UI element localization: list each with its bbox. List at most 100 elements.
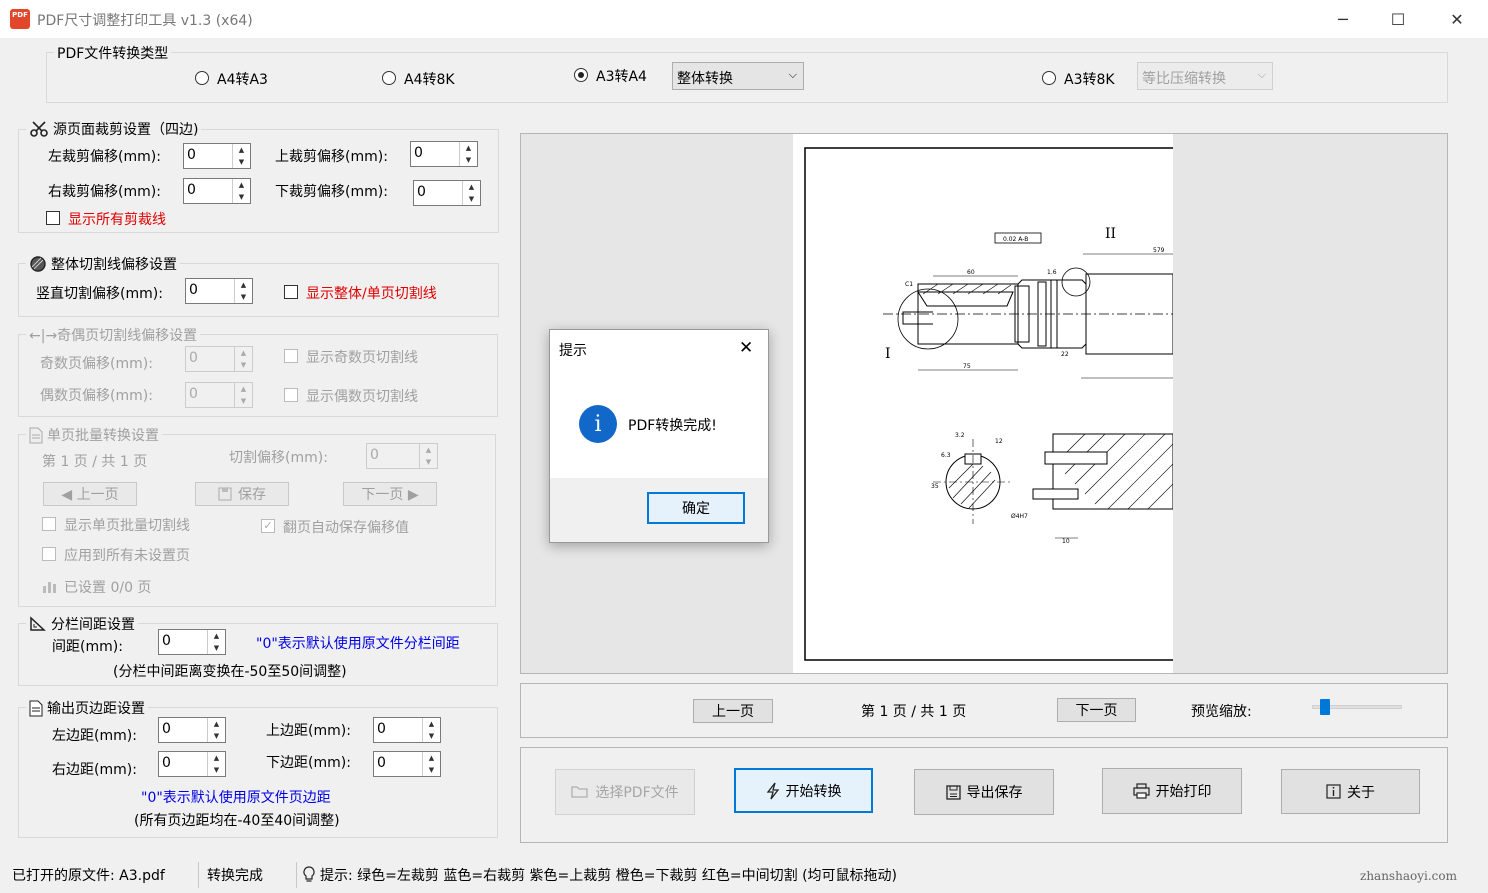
radio-a4-a3[interactable] xyxy=(195,71,209,85)
odd-even-legend: ←|→奇偶页切割线偏移设置 xyxy=(26,325,201,345)
document-icon xyxy=(29,700,43,716)
start-convert-button[interactable]: 开始转换 xyxy=(734,768,873,813)
show-whole-cut-lines-checkbox[interactable] xyxy=(284,285,298,299)
status-tip: 提示: 绿色=左裁剪 蓝色=右裁剪 紫色=上裁剪 橙色=下裁剪 红色=中间切割 … xyxy=(320,868,897,884)
show-even-lines-checkbox[interactable] xyxy=(284,388,298,402)
window-title: PDF尺寸调整打印工具 v1.3 (x64) xyxy=(37,13,253,29)
select-pdf-button[interactable]: 选择PDF文件 xyxy=(555,769,695,815)
crop-top-input[interactable]: 0 ▲ ▼ xyxy=(410,141,478,167)
crop-legend: 源页面裁剪设置（四边) xyxy=(26,119,202,139)
show-crop-lines-checkbox[interactable] xyxy=(46,211,60,225)
auto-save-checkbox[interactable]: ✓ xyxy=(261,519,275,533)
radio-a4-8k[interactable] xyxy=(382,71,396,85)
a3-8k-mode-select[interactable]: 等比压缩转换 ⌵ xyxy=(1137,62,1273,90)
dialog-ok-button[interactable]: 确定 xyxy=(647,492,745,524)
drawing-label-22: 22 xyxy=(1061,351,1069,358)
status-separator xyxy=(198,862,199,888)
batch-next-button[interactable]: 下一页 ▶ xyxy=(343,482,437,506)
batch-page-info: 第 1 页 / 共 1 页 xyxy=(42,454,148,470)
margins-legend: 输出页边距设置 xyxy=(26,698,148,718)
vertical-cut-input[interactable]: 0 ▲ ▼ xyxy=(185,278,253,304)
even-offset-input[interactable]: 0 ▲ ▼ xyxy=(185,382,253,408)
preview-page: I II 0.02 A-B 579 60 C1 1.6 75 22 3.2 6.… xyxy=(793,134,1181,673)
start-print-button[interactable]: 开始打印 xyxy=(1102,768,1242,814)
drawing-label-60: 60 xyxy=(967,269,975,276)
set-count-label: 已设置 0/0 页 xyxy=(64,580,152,596)
drawing-label-roman1: I xyxy=(885,346,891,362)
margin-hint: "0"表示默认使用原文件页边距 xyxy=(141,790,331,806)
odd-offset-input[interactable]: 0 ▲ ▼ xyxy=(185,346,253,372)
drawing-label-d4h7: Ø4H7 xyxy=(1011,513,1028,520)
radio-label: A3转8K xyxy=(1064,72,1115,88)
drawing-label-1-6: 1.6 xyxy=(1047,269,1057,276)
batch-cut-offset-input[interactable]: 0 ▲ ▼ xyxy=(366,443,438,469)
status-state: 转换完成 xyxy=(207,868,263,884)
about-button[interactable]: 关于 xyxy=(1281,769,1420,814)
show-batch-lines-checkbox[interactable] xyxy=(42,517,56,531)
engineering-drawing: I II 0.02 A-B 579 60 C1 1.6 75 22 3.2 6.… xyxy=(804,147,1181,661)
chevron-down-icon: ⌵ xyxy=(1257,68,1266,81)
a3-a4-mode-select[interactable]: 整体转换 ⌵ xyxy=(672,62,804,90)
radio-a3-a4[interactable] xyxy=(574,68,588,82)
margin-bottom-input[interactable]: 0 ▲ ▼ xyxy=(373,751,441,777)
margin-bottom-label: 下边距(mm): xyxy=(266,755,351,771)
margin-left-label: 左边距(mm): xyxy=(52,728,137,744)
info-icon xyxy=(1326,784,1341,799)
apply-all-checkbox[interactable] xyxy=(42,547,56,561)
gap-label: 间距(mm): xyxy=(52,639,123,655)
completion-dialog: 提示 ✕ i PDF转换完成! 确定 xyxy=(549,329,769,543)
hatched-circle-icon xyxy=(30,256,46,272)
save-icon xyxy=(945,784,961,800)
radio-label: A4转A3 xyxy=(217,72,268,88)
preview-page-info: 第 1 页 / 共 1 页 xyxy=(861,704,967,720)
drawing-label-35: 35 xyxy=(931,483,939,490)
triangle-ruler-icon xyxy=(30,616,46,631)
dialog-close-icon[interactable]: ✕ xyxy=(739,338,753,358)
preview-nav-panel xyxy=(520,683,1448,738)
preview-next-button[interactable]: 下一页 xyxy=(1057,698,1136,722)
maximize-button[interactable]: ☐ xyxy=(1375,0,1421,38)
odd-offset-label: 奇数页偏移(mm): xyxy=(40,356,153,372)
gap-hint: "0"表示默认使用原文件分栏间距 xyxy=(256,636,460,652)
radio-a3-8k[interactable] xyxy=(1042,71,1056,85)
radio-label: A3转A4 xyxy=(596,69,647,85)
batch-save-button[interactable]: 保存 xyxy=(195,482,289,506)
drawing-label-579: 579 xyxy=(1153,247,1165,254)
crop-top-label: 上裁剪偏移(mm): xyxy=(275,149,388,165)
single-batch-legend: 单页批量转换设置 xyxy=(26,425,162,445)
chevron-down-icon: ⌵ xyxy=(788,68,797,81)
gap-input[interactable]: 0 ▲ ▼ xyxy=(158,629,226,655)
document-icon xyxy=(29,427,43,443)
export-save-button[interactable]: 导出保存 xyxy=(914,769,1054,815)
folder-open-icon xyxy=(571,786,589,798)
zoom-slider-thumb[interactable] xyxy=(1320,699,1330,715)
crop-right-input[interactable]: 0 ▲ ▼ xyxy=(183,178,251,204)
batch-cut-offset-label: 切割偏移(mm): xyxy=(229,450,328,466)
convert-type-legend: PDF文件转换类型 xyxy=(54,43,172,63)
zoom-label: 预览缩放: xyxy=(1191,704,1252,720)
crop-bottom-input[interactable]: 0 ▲ ▼ xyxy=(413,180,481,206)
select-value: 整体转换 xyxy=(677,71,733,87)
margin-right-input[interactable]: 0 ▲ ▼ xyxy=(158,751,226,777)
margin-right-label: 右边距(mm): xyxy=(52,762,137,778)
drawing-label-75: 75 xyxy=(963,363,971,370)
margin-top-input[interactable]: 0 ▲ ▼ xyxy=(373,717,441,743)
batch-prev-button[interactable]: ◀ 上一页 xyxy=(43,482,137,506)
show-batch-lines-label: 显示单页批量切割线 xyxy=(64,518,190,534)
drawing-label-6-3: 6.3 xyxy=(941,452,951,459)
info-icon: i xyxy=(579,405,617,443)
even-offset-label: 偶数页偏移(mm): xyxy=(40,388,153,404)
drawing-label-3-2: 3.2 xyxy=(955,432,965,439)
preview-prev-button[interactable]: 上一页 xyxy=(693,699,773,723)
vertical-cut-label: 竖直切割偏移(mm): xyxy=(36,286,163,302)
close-button[interactable]: ✕ xyxy=(1434,0,1480,38)
show-odd-lines-checkbox[interactable] xyxy=(284,349,298,363)
crop-left-input[interactable]: 0 ▲ ▼ xyxy=(183,143,251,169)
show-even-lines-label: 显示偶数页切割线 xyxy=(306,389,418,405)
crop-right-label: 右裁剪偏移(mm): xyxy=(48,184,161,200)
minimize-button[interactable]: ─ xyxy=(1320,0,1366,38)
dialog-title: 提示 xyxy=(559,343,587,359)
dialog-message: PDF转换完成! xyxy=(628,418,717,434)
watermark-text: zhanshaoyi.com xyxy=(1360,869,1457,883)
margin-left-input[interactable]: 0 ▲ ▼ xyxy=(158,717,226,743)
